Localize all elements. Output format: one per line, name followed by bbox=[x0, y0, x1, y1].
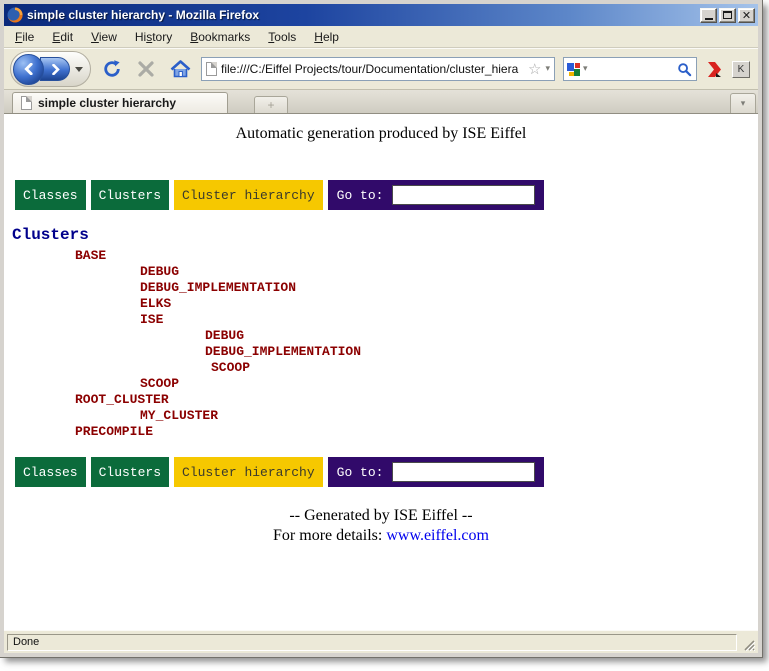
details-prefix: For more details: bbox=[273, 527, 386, 544]
tab-favicon bbox=[21, 96, 32, 110]
goto-box: Go to: bbox=[328, 457, 545, 487]
home-button[interactable] bbox=[167, 56, 193, 82]
close-button[interactable]: ✕ bbox=[738, 8, 755, 23]
tab-strip: simple cluster hierarchy + ▾ bbox=[4, 90, 758, 114]
search-engine-dropdown-icon[interactable]: ▾ bbox=[583, 64, 588, 74]
cluster-hierarchy-button[interactable]: Cluster hierarchy bbox=[174, 180, 323, 210]
resize-grip[interactable] bbox=[741, 637, 755, 651]
tree-item-debug_implementation: DEBUG_IMPLEMENTATION bbox=[4, 280, 758, 296]
clusters-button[interactable]: Clusters bbox=[91, 457, 169, 487]
status-text: Done bbox=[7, 634, 737, 651]
menu-help[interactable]: Help bbox=[305, 27, 348, 47]
clusters-button[interactable]: Clusters bbox=[91, 180, 169, 210]
forward-arrow-icon bbox=[50, 64, 61, 75]
address-bar[interactable]: file:///C:/Eiffel Projects/tour/Document… bbox=[201, 57, 555, 81]
menu-bookmarks[interactable]: Bookmarks bbox=[181, 27, 259, 47]
status-bar: Done bbox=[4, 630, 758, 653]
chevron-down-icon: ▾ bbox=[741, 99, 746, 109]
history-dropdown[interactable] bbox=[75, 67, 83, 72]
tree-item-debug: DEBUG bbox=[4, 264, 758, 280]
goto-input[interactable] bbox=[392, 462, 535, 482]
doc-toolbar-top: Classes Clusters Cluster hierarchy Go to… bbox=[15, 180, 544, 210]
list-all-tabs-button[interactable]: ▾ bbox=[730, 93, 756, 113]
classes-button[interactable]: Classes bbox=[15, 457, 86, 487]
back-arrow-icon bbox=[23, 63, 35, 75]
page-favicon bbox=[206, 62, 217, 76]
reload-button[interactable] bbox=[99, 56, 125, 82]
home-icon bbox=[170, 59, 191, 79]
classes-button[interactable]: Classes bbox=[15, 180, 86, 210]
minimize-icon bbox=[705, 18, 713, 20]
browser-window: simple cluster hierarchy - Mozilla Firef… bbox=[0, 0, 762, 657]
url-text[interactable]: file:///C:/Eiffel Projects/tour/Document… bbox=[221, 62, 524, 76]
tree-item-ise: ISE bbox=[4, 312, 758, 328]
search-input[interactable] bbox=[591, 60, 674, 78]
eiffel-link[interactable]: www.eiffel.com bbox=[386, 527, 489, 544]
search-icon[interactable] bbox=[677, 62, 692, 77]
new-tab-button[interactable]: + bbox=[254, 96, 288, 113]
cluster-tree: BASEDEBUGDEBUG_IMPLEMENTATIONELKSISEDEBU… bbox=[4, 248, 758, 440]
close-icon: ✕ bbox=[742, 10, 751, 21]
menu-edit[interactable]: Edit bbox=[43, 27, 82, 47]
tree-item-debug_implementation: DEBUG_IMPLEMENTATION bbox=[4, 344, 758, 360]
maximize-icon bbox=[723, 11, 732, 19]
tree-item-base: BASE bbox=[4, 248, 758, 264]
k-button[interactable]: K bbox=[732, 61, 750, 78]
back-button[interactable] bbox=[13, 54, 44, 85]
menu-view[interactable]: View bbox=[82, 27, 126, 47]
window-title: simple cluster hierarchy - Mozilla Firef… bbox=[27, 8, 696, 22]
tab-title: simple cluster hierarchy bbox=[38, 96, 176, 110]
back-forward-group bbox=[10, 51, 91, 87]
stop-button[interactable] bbox=[133, 56, 159, 82]
goto-label: Go to: bbox=[337, 188, 384, 203]
goto-input[interactable] bbox=[392, 185, 535, 205]
page-footer: -- Generated by ISE Eiffel -- For more d… bbox=[4, 506, 758, 546]
tree-item-debug: DEBUG bbox=[4, 328, 758, 344]
tree-item-scoop: SCOOP bbox=[4, 376, 758, 392]
cluster-hierarchy-button[interactable]: Cluster hierarchy bbox=[174, 457, 323, 487]
forward-button[interactable] bbox=[40, 57, 70, 81]
generated-by-text: -- Generated by ISE Eiffel -- bbox=[4, 506, 758, 526]
tree-item-elks: ELKS bbox=[4, 296, 758, 312]
menu-bar: FileEditViewHistoryBookmarksToolsHelp bbox=[4, 26, 758, 48]
page-title: Automatic generation produced by ISE Eif… bbox=[4, 125, 758, 143]
url-dropdown-icon[interactable]: ▾ bbox=[545, 64, 550, 74]
title-bar: simple cluster hierarchy - Mozilla Firef… bbox=[4, 4, 758, 26]
firefox-icon bbox=[7, 7, 23, 23]
goto-box: Go to: bbox=[328, 180, 545, 210]
minimize-button[interactable] bbox=[700, 8, 717, 23]
navigation-toolbar: file:///C:/Eiffel Projects/tour/Document… bbox=[4, 48, 758, 90]
google-icon bbox=[567, 63, 580, 76]
tab-simple-cluster-hierarchy[interactable]: simple cluster hierarchy bbox=[12, 92, 228, 113]
goto-label: Go to: bbox=[337, 465, 384, 480]
search-box[interactable]: ▾ bbox=[563, 57, 697, 81]
maximize-button[interactable] bbox=[719, 8, 736, 23]
tree-item-precompile: PRECOMPILE bbox=[4, 424, 758, 440]
menu-tools[interactable]: Tools bbox=[259, 27, 305, 47]
doc-toolbar-bottom: Classes Clusters Cluster hierarchy Go to… bbox=[15, 457, 544, 487]
stop-icon bbox=[137, 60, 155, 78]
menu-history[interactable]: History bbox=[126, 27, 181, 47]
bookmark-star-icon[interactable]: ☆ bbox=[528, 62, 541, 77]
tree-item-my_cluster: MY_CLUSTER bbox=[4, 408, 758, 424]
clusters-heading: Clusters bbox=[12, 226, 89, 244]
tree-item-scoop: SCOOP bbox=[4, 360, 758, 376]
reload-icon bbox=[102, 59, 122, 79]
kaspersky-icon[interactable] bbox=[705, 60, 724, 79]
menu-file[interactable]: File bbox=[6, 27, 43, 47]
page-content: Automatic generation produced by ISE Eif… bbox=[4, 114, 758, 630]
details-line: For more details: www.eiffel.com bbox=[4, 526, 758, 546]
tree-item-root_cluster: ROOT_CLUSTER bbox=[4, 392, 758, 408]
